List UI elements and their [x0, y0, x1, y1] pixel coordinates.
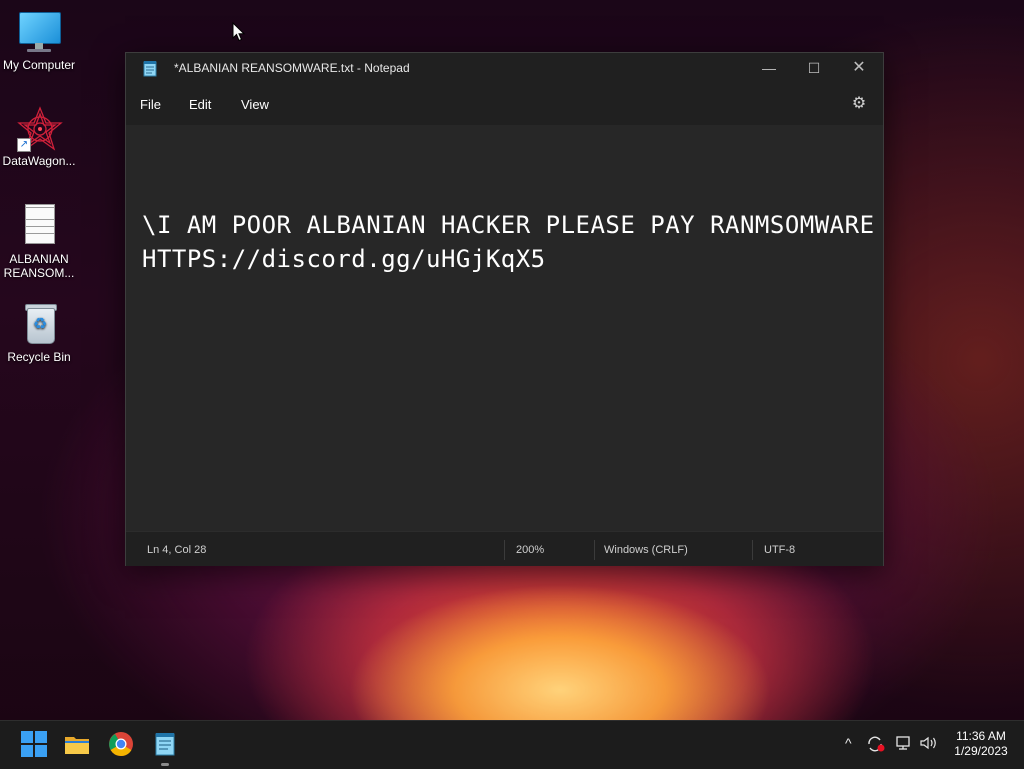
datawagon-logo-icon: ↗ — [17, 106, 63, 152]
start-icon[interactable] — [20, 730, 48, 758]
clock-time: 11:36 AM — [956, 729, 1006, 743]
status-divider — [504, 540, 505, 560]
volume-icon[interactable] — [919, 735, 939, 751]
desktop-icon-label: DataWagon... — [2, 154, 76, 168]
window-title: *ALBANIAN REANSOMWARE.txt - Notepad — [174, 61, 410, 75]
desktop-icon-my-computer[interactable]: My Computer — [0, 10, 78, 72]
menu-view[interactable]: View — [241, 97, 269, 112]
status-bar: Ln 4, Col 28 200% Windows (CRLF) UTF-8 — [126, 531, 883, 566]
text-editor-area[interactable]: \I AM POOR ALBANIAN HACKER PLEASE PAY RA… — [126, 125, 883, 531]
desktop-icon-label: ALBANIAN — [9, 252, 69, 266]
network-icon[interactable] — [895, 735, 913, 751]
chrome-icon[interactable] — [107, 730, 135, 758]
close-button[interactable]: ✕ — [836, 53, 882, 85]
minimize-button[interactable]: — — [746, 53, 792, 85]
notepad-app-icon — [143, 61, 157, 77]
menu-bar: File Edit View ⚙ — [126, 85, 883, 125]
system-clock[interactable]: 11:36 AM 1/29/2023 — [946, 729, 1016, 759]
editor-line: \I AM POOR ALBANIAN HACKER PLEASE PAY RA… — [142, 211, 875, 239]
desktop-icon-albanian-ransomware-txt[interactable]: ALBANIAN REANSOM... — [0, 204, 78, 280]
status-divider — [752, 540, 753, 560]
sync-icon[interactable] — [866, 735, 886, 753]
encoding: UTF-8 — [764, 544, 796, 556]
notepad-icon[interactable] — [151, 730, 179, 758]
notepad-window: *ALBANIAN REANSOMWARE.txt - Notepad — ☐ … — [125, 52, 884, 566]
active-app-indicator — [161, 763, 169, 766]
clock-date: 1/29/2023 — [954, 744, 1008, 758]
text-file-icon — [17, 204, 61, 248]
file-explorer-icon[interactable] — [63, 730, 91, 758]
desktop-icon-label: My Computer — [2, 58, 76, 72]
desktop-icon-label: Recycle Bin — [7, 350, 71, 364]
title-bar[interactable]: *ALBANIAN REANSOMWARE.txt - Notepad — ☐ … — [126, 53, 883, 85]
editor-line: HTTPS://discord.gg/uHGjKqX5 — [142, 245, 546, 273]
recycle-bin-icon: ♻ — [17, 302, 61, 346]
settings-gear-icon[interactable]: ⚙ — [850, 95, 868, 113]
shortcut-arrow-icon: ↗ — [17, 138, 31, 152]
mouse-cursor-icon — [232, 22, 246, 42]
desktop-icon-recycle-bin[interactable]: ♻ Recycle Bin — [0, 302, 78, 364]
desktop-icon-label: REANSOM... — [3, 266, 75, 280]
taskbar: ^ 11:36 AM 1/29/2023 — [0, 720, 1024, 769]
cursor-position: Ln 4, Col 28 — [147, 544, 207, 556]
menu-edit[interactable]: Edit — [189, 97, 211, 112]
line-ending: Windows (CRLF) — [604, 544, 688, 556]
monitor-icon — [17, 10, 61, 54]
status-divider — [594, 540, 595, 560]
zoom-level: 200% — [516, 544, 545, 556]
show-hidden-icons-chevron-icon[interactable]: ^ — [845, 735, 852, 751]
menu-file[interactable]: File — [140, 97, 161, 112]
maximize-button[interactable]: ☐ — [791, 53, 837, 85]
desktop-icon-datawagon[interactable]: ↗ DataWagon... — [0, 106, 78, 168]
